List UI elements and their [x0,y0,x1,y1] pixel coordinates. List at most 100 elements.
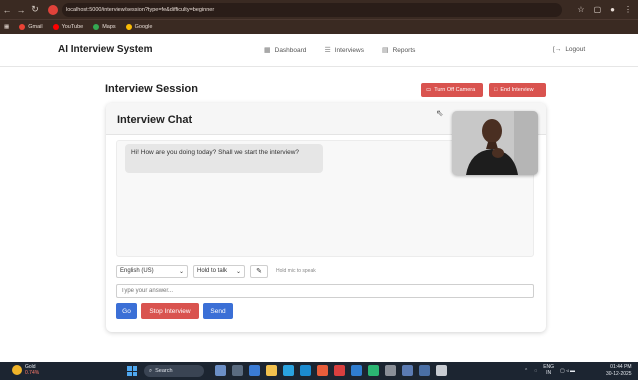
chevron-up-icon[interactable]: ⌃ [524,368,528,374]
chat-card: Interview Chat Hi! How are you doing tod… [106,103,546,332]
main-nav: ▦ Dashboard ☰ Interviews ▤ Reports [264,46,415,55]
app-header: AI Interview System ▦ Dashboard ☰ Intervie… [0,34,638,67]
button-label: Stop Interview [149,307,191,315]
google-icon [125,24,132,30]
clock-time: 01:44 PM [610,364,632,370]
bookmark-label: Google [134,24,153,30]
logout-link[interactable]: [→ Logout [553,46,585,53]
mode-select[interactable]: Hold to talk ⌄ [193,264,245,278]
clock[interactable]: 01:44 PM 30-12-2025 [606,364,632,377]
nav-label: Interviews [334,46,364,54]
taskbar-apps [215,365,447,376]
forward-icon[interactable]: → [14,5,28,15]
gold-icon [12,365,22,375]
browser-toolbar: ← → ↻ localhost:5000/interview/session?t… [0,0,638,19]
profile-icon[interactable]: ● [610,5,615,14]
answer-input[interactable] [116,284,534,298]
voice-controls: English (US) ⌄ Hold to talk ⌄ ✎ Hold mic t… [116,264,316,278]
task-view-icon[interactable] [232,365,243,376]
app-icon[interactable] [249,365,260,376]
chat-actions: Go Stop Interview Send [116,303,233,319]
chevron-down-icon: ⌄ [178,268,184,275]
send-button[interactable]: Send [203,303,233,319]
nav-label: Dashboard [274,46,307,54]
app-icon[interactable] [419,365,430,376]
windows-start-icon[interactable] [127,366,137,376]
bookmark-label: YouTube [61,24,84,30]
button-label: Send [210,307,226,315]
dashboard-icon: ▦ [264,47,271,54]
brave-icon[interactable] [334,365,345,376]
bookmark-google[interactable]: Google [125,24,153,30]
star-icon[interactable]: ☆ [577,5,584,14]
edge-icon[interactable] [283,365,294,376]
reports-icon: ▤ [381,47,389,54]
bookmarks-bar: ▦ Gmail YouTube Maps Google [0,19,638,34]
button-label: End Interview [500,87,534,93]
widgets-icon[interactable] [215,365,226,376]
brand-title[interactable]: AI Interview System [58,44,152,55]
gmail-icon [19,24,26,30]
logout-label: Logout [565,46,586,53]
page-content: Interview Session ▭ Turn Off Camera □ End … [0,67,638,362]
mic-off-icon: ✎ [256,268,262,275]
nav-reports[interactable]: ▤ Reports [381,46,415,55]
interviews-icon: ☰ [324,47,331,54]
network-icon[interactable]: ◌ [534,368,537,374]
assistant-message: Hi! How are you doing today? Shall we st… [125,144,323,173]
address-bar[interactable]: localhost:5000/interview/session?type=fe… [62,2,562,17]
clock-date: 30-12-2025 [606,370,632,377]
extensions-icon[interactable]: ▢ [594,5,602,14]
turn-off-camera-button[interactable]: ▭ Turn Off Camera [421,83,483,97]
mic-button[interactable]: ✎ [250,264,268,278]
bookmark-label: Maps [102,24,116,30]
weather-widget[interactable]: Gold 0.74% [12,364,39,376]
back-icon[interactable]: ← [0,5,14,15]
mode-value: Hold to talk [197,268,228,274]
button-label: Turn Off Camera [434,87,476,93]
language-indicator[interactable]: ENG IN [543,364,554,376]
apps-icon[interactable]: ▦ [4,24,9,30]
mic-hint: Hold mic to speak [276,268,316,274]
logout-icon: [→ [553,46,562,53]
bookmark-label: Gmail [28,24,43,30]
mouse-cursor-icon: ⇖ [436,108,444,118]
taskbar-search[interactable]: ⌕ Search [144,365,204,377]
region-code: IN [546,369,552,376]
person-video-image [452,111,538,175]
camera-off-icon: ▭ [426,87,432,93]
stop-square-icon: □ [494,87,498,93]
app-icon[interactable] [402,365,413,376]
maps-icon [93,24,100,30]
menu-icon[interactable]: ⋮ [624,5,632,14]
reload-icon[interactable]: ↻ [28,4,42,15]
language-value: English (US) [120,268,154,274]
file-explorer-icon[interactable] [266,365,277,376]
bookmark-gmail[interactable]: Gmail [19,24,43,30]
settings-icon[interactable] [385,365,396,376]
camera-preview [452,111,538,175]
nav-dashboard[interactable]: ▦ Dashboard [264,46,307,55]
app-icon[interactable] [436,365,447,376]
system-tray: ⌃ ◌ ENG IN ▢ ◃ ▬ [524,364,575,376]
widget-value: 0.74% [25,370,40,376]
bookmark-youtube[interactable]: YouTube [52,24,84,30]
url-text: localhost:5000/interview/session?type=fe… [66,6,215,13]
app-icon[interactable] [368,365,379,376]
vscode-icon[interactable] [351,365,362,376]
end-interview-button[interactable]: □ End Interview [489,83,546,97]
volume-icon[interactable]: ▢ ◃ ▬ [560,368,575,374]
site-favicon-icon [48,4,58,15]
language-select[interactable]: English (US) ⌄ [116,264,188,278]
bookmark-maps[interactable]: Maps [93,24,116,30]
chat-title: Interview Chat [117,114,193,126]
youtube-icon [52,24,59,30]
nav-interviews[interactable]: ☰ Interviews [324,46,364,55]
page-title: Interview Session [105,83,198,95]
search-icon: ⌕ [149,367,153,374]
stop-interview-button[interactable]: Stop Interview [141,303,199,319]
search-label: Search [155,368,173,374]
start-button[interactable]: Go [116,303,137,319]
store-icon[interactable] [300,365,311,376]
chrome-icon[interactable] [317,365,328,376]
